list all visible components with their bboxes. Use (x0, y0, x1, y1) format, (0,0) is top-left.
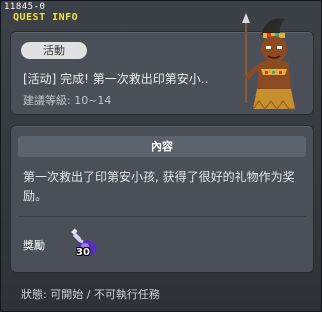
required-level: 建議等級: 10~14 (23, 94, 112, 107)
quest-id: 11845-0 (4, 2, 46, 12)
category-badge: 活動 (21, 42, 87, 59)
quest-info-window: 11845-0 QUEST INFO 活動 [活动] 完成! 第一次救出印第安小… (0, 0, 322, 312)
quest-name: [活动] 完成! 第一次救出印第安小.. (23, 72, 209, 86)
quest-description: 第一次救出了印第安小孩, 获得了很好的礼物作为奖励。 (23, 170, 295, 203)
reward-item-slot[interactable]: 30 (67, 226, 101, 260)
quest-details-panel: 內容 第一次救出了印第安小孩, 获得了很好的礼物作为奖励。 獎勵 30 (10, 125, 314, 273)
content-section-header: 內容 (18, 136, 306, 157)
reward-quantity: 30 (76, 247, 90, 258)
quest-status: 狀態: 可開始 / 不可執行任務 (21, 288, 160, 301)
reward-label: 獎勵 (23, 239, 45, 252)
divider (18, 216, 306, 217)
npc-portrait (242, 13, 295, 110)
window-title: QUEST INFO (13, 12, 79, 23)
